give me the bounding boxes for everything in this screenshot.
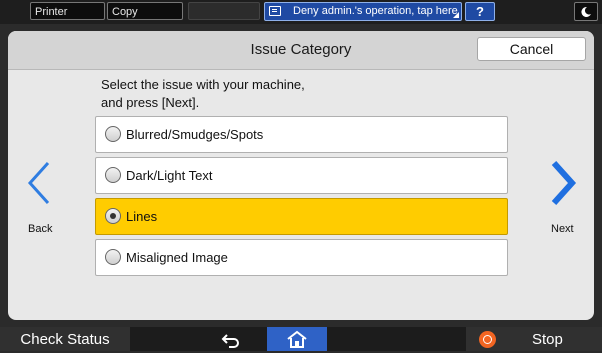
chevron-left-icon [27, 161, 50, 205]
back-button[interactable]: Back [16, 157, 62, 241]
stop-button[interactable]: Stop [466, 327, 602, 351]
dialog-header: Issue Category Cancel [8, 31, 594, 70]
help-button[interactable]: ? [465, 2, 495, 21]
stop-label: Stop [532, 331, 563, 348]
option-blurred-smudges-spots[interactable]: Blurred/Smudges/Spots [95, 116, 508, 153]
stop-icon [479, 331, 496, 348]
next-button[interactable]: Next [542, 157, 588, 241]
return-button[interactable] [204, 327, 258, 351]
radio-button [105, 249, 121, 265]
empty-app-slot [188, 2, 260, 20]
moon-icon [581, 6, 591, 17]
next-label: Next [551, 223, 574, 235]
radio-button [105, 126, 121, 142]
corner-indicator-icon [453, 12, 459, 18]
printer-button[interactable]: Printer [30, 2, 105, 20]
return-arrow-icon [221, 334, 239, 348]
home-button[interactable] [267, 327, 327, 351]
instruction-line-2: and press [Next]. [101, 95, 200, 110]
copy-button[interactable]: Copy [107, 2, 183, 20]
operation-panel-icon [269, 6, 281, 16]
option-misaligned-image[interactable]: Misaligned Image [95, 239, 508, 276]
option-label: Blurred/Smudges/Spots [126, 127, 264, 142]
energy-saver-button[interactable] [574, 2, 598, 21]
cancel-button[interactable]: Cancel [477, 37, 586, 61]
option-label: Dark/Light Text [126, 168, 213, 183]
check-status-button[interactable]: Check Status [0, 327, 130, 351]
radio-button-selected [105, 208, 121, 224]
deny-admin-operation-button[interactable]: Deny admin.'s operation, tap here [264, 2, 462, 21]
option-label: Misaligned Image [126, 250, 228, 265]
option-label: Lines [126, 209, 158, 224]
back-label: Back [28, 223, 53, 235]
radio-button [105, 167, 121, 183]
deny-admin-operation-label: Deny admin.'s operation, tap here [293, 5, 458, 17]
top-bar: Printer Copy Deny admin.'s operation, ta… [0, 0, 602, 24]
home-icon [287, 330, 307, 348]
instruction-text: Select the issue with your machine, and … [101, 76, 401, 112]
chevron-right-icon [551, 160, 577, 206]
option-dark-light-text[interactable]: Dark/Light Text [95, 157, 508, 194]
option-lines[interactable]: Lines [95, 198, 508, 235]
bottom-bar: Check Status Stop [0, 327, 602, 351]
instruction-line-1: Select the issue with your machine, [101, 77, 305, 92]
issue-category-dialog: Issue Category Cancel Select the issue w… [8, 31, 594, 320]
